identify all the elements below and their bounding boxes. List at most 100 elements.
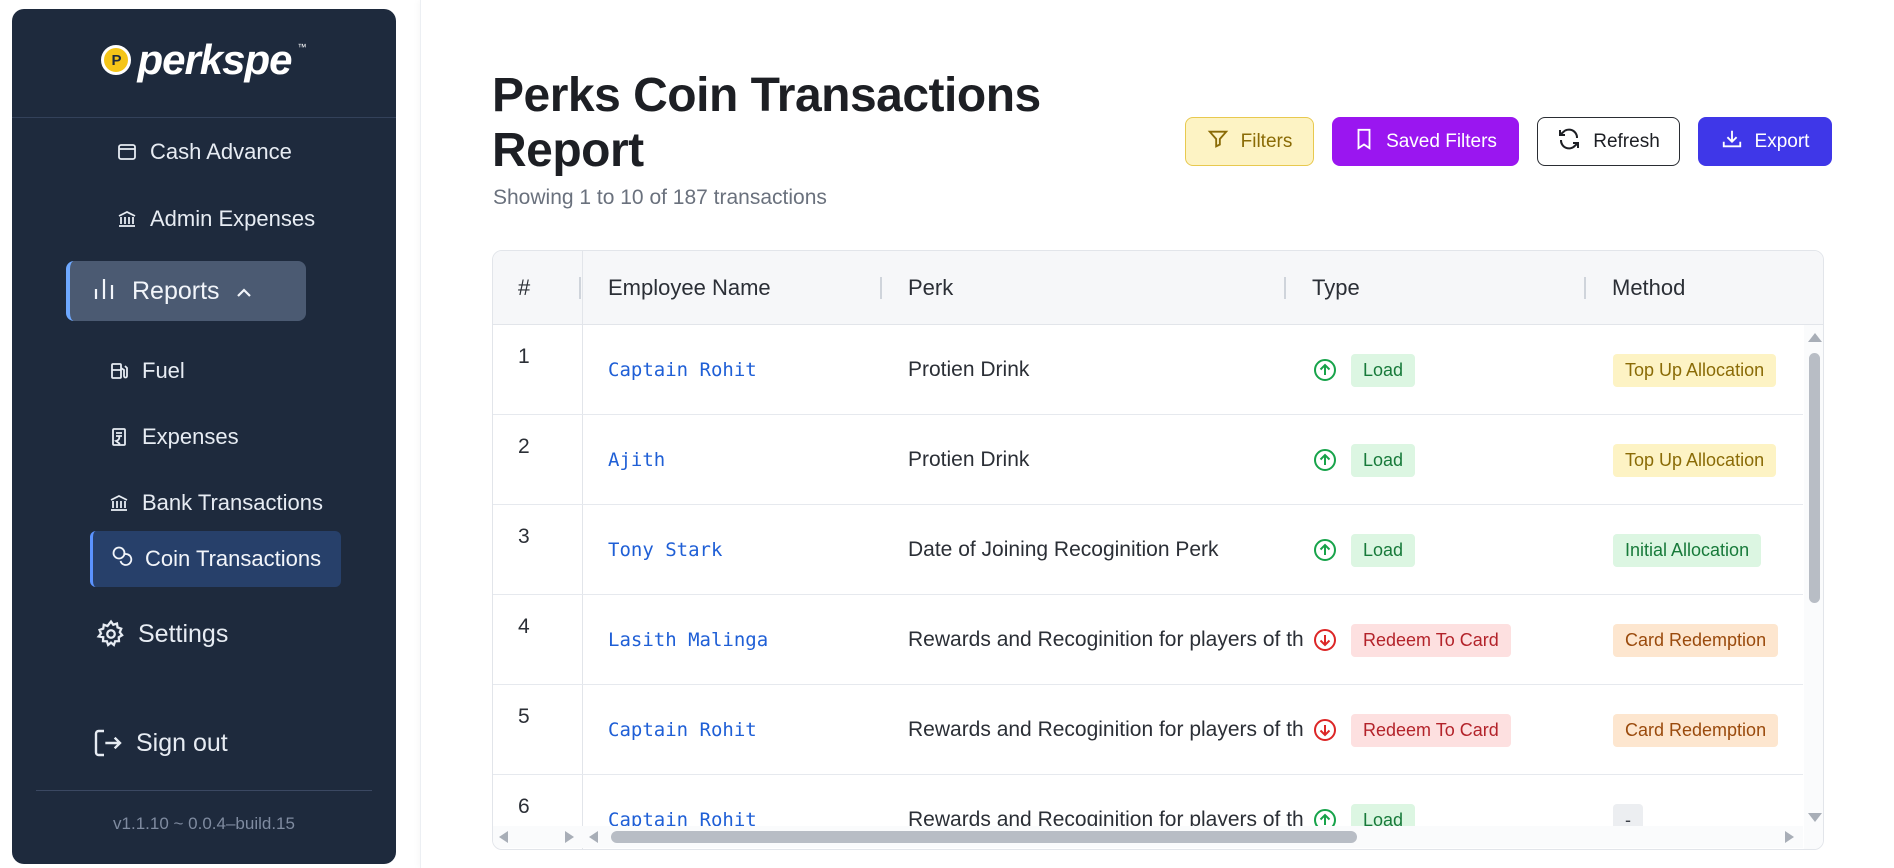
column-resizer[interactable] — [579, 277, 581, 299]
scroll-right-arrow[interactable] — [1785, 831, 1794, 843]
column-resizer[interactable] — [1284, 277, 1286, 299]
perk-name: Protien Drink — [908, 448, 1030, 471]
sign-out-button[interactable]: Sign out — [92, 727, 228, 759]
row-index: 6 — [518, 795, 530, 818]
method-badge: Top Up Allocation — [1613, 353, 1777, 387]
horizontal-scroll-thumb[interactable] — [611, 831, 1357, 843]
table-row[interactable]: 6 Captain Rohit Rewards and Recoginition… — [493, 775, 1803, 826]
saved-filters-button[interactable]: Saved Filters — [1332, 117, 1519, 166]
bank-icon — [108, 492, 130, 514]
table-header: # Employee Name Perk Type Method — [493, 251, 1823, 325]
column-header-method[interactable]: Method — [1612, 251, 1685, 325]
sidebar-item-cash-advance[interactable]: Cash Advance — [116, 139, 292, 165]
bookmark-icon — [1354, 128, 1374, 156]
table-row[interactable]: 5 Captain Rohit Rewards and Recoginition… — [493, 685, 1803, 775]
sidebar-item-admin-expenses[interactable]: Admin Expenses — [116, 206, 315, 232]
sidebar-item-bank-transactions[interactable]: Bank Transactions — [108, 490, 323, 516]
perk-name: Protien Drink — [908, 358, 1030, 381]
method-badge: - — [1613, 803, 1643, 826]
fuel-icon — [108, 360, 130, 382]
table-row[interactable]: 3 Tony Stark Date of Joining Recoginitio… — [493, 505, 1803, 595]
method-cell: Top Up Allocation — [1613, 325, 1777, 415]
type-cell: Load — [1313, 415, 1416, 505]
type-cell: Redeem To Card — [1313, 595, 1511, 685]
scroll-left-arrow[interactable] — [589, 831, 598, 843]
method-badge: Card Redemption — [1613, 623, 1779, 657]
column-resizer[interactable] — [880, 277, 882, 299]
brand-name: perkspe — [137, 36, 292, 83]
sidebar-item-label: Expenses — [142, 424, 239, 449]
receipt-icon — [108, 426, 130, 448]
refresh-button[interactable]: Refresh — [1537, 117, 1680, 166]
sidebar-item-label: Fuel — [142, 358, 185, 383]
type-cell: Load — [1313, 775, 1416, 826]
employee-name-link[interactable]: Tony Stark — [608, 505, 722, 595]
export-button[interactable]: Export — [1698, 117, 1832, 166]
employee-name-link[interactable]: Captain Rohit — [608, 685, 757, 775]
arrow-down-circle-icon — [1314, 629, 1336, 651]
type-badge: Load — [1351, 443, 1416, 477]
employee-name-link[interactable]: Captain Rohit — [608, 775, 757, 826]
column-resizer[interactable] — [1584, 277, 1586, 299]
sidebar-item-coin-transactions[interactable]: Coin Transactions — [90, 531, 341, 587]
employee-name-link[interactable]: Captain Rohit — [608, 325, 757, 415]
gear-icon — [96, 619, 126, 649]
scroll-down-arrow[interactable] — [1808, 813, 1822, 822]
method-cell: Card Redemption — [1613, 595, 1779, 685]
refresh-label: Refresh — [1593, 130, 1660, 152]
method-cell: Initial Allocation — [1613, 505, 1762, 595]
sidebar-item-label: Reports — [132, 276, 220, 305]
column-header-perk[interactable]: Perk — [908, 251, 953, 325]
coins-icon — [111, 545, 133, 573]
method-badge: Initial Allocation — [1613, 533, 1762, 567]
perk-name: Rewards and Recoginition for players of … — [908, 808, 1303, 826]
method-badge: Top Up Allocation — [1613, 443, 1777, 477]
app-root: P perkspe ™ Cash Advance Admin Expenses … — [0, 0, 1894, 868]
index-scroll-left-arrow[interactable] — [499, 831, 508, 843]
perkspe-logo[interactable]: P perkspe ™ — [101, 36, 307, 84]
bar-chart-icon — [92, 275, 116, 308]
saved-filters-label: Saved Filters — [1386, 130, 1497, 152]
perk-name: Rewards and Recoginition for players of … — [908, 718, 1303, 741]
vertical-scroll-thumb[interactable] — [1809, 353, 1820, 603]
arrow-up-circle-icon — [1314, 809, 1336, 826]
column-header-employee-name[interactable]: Employee Name — [608, 251, 771, 325]
sidebar-item-settings[interactable]: Settings — [96, 619, 228, 649]
row-index: 3 — [518, 525, 530, 548]
horizontal-scrollbar[interactable] — [493, 826, 1803, 848]
refresh-icon — [1557, 127, 1581, 157]
sidebar-item-expenses[interactable]: Expenses — [108, 424, 239, 450]
method-badge: Card Redemption — [1613, 713, 1779, 747]
column-header-type[interactable]: Type — [1312, 251, 1360, 325]
method-cell: - — [1613, 775, 1643, 826]
sidebar-item-label: Cash Advance — [150, 139, 292, 164]
scroll-up-arrow[interactable] — [1808, 333, 1822, 342]
type-badge: Load — [1351, 353, 1416, 387]
sidebar-item-label: Admin Expenses — [150, 206, 316, 231]
index-scroll-right-arrow[interactable] — [565, 831, 574, 843]
method-cell: Top Up Allocation — [1613, 415, 1777, 505]
type-badge: Load — [1351, 803, 1416, 826]
employee-name-link[interactable]: Ajith — [608, 415, 665, 505]
filters-button[interactable]: Filters — [1185, 117, 1314, 166]
sidebar-item-reports[interactable]: Reports — [66, 261, 306, 321]
table-row[interactable]: 4 Lasith Malinga Rewards and Recoginitio… — [493, 595, 1803, 685]
perk-name: Date of Joining Recoginition Perk — [908, 538, 1219, 561]
sidebar-divider — [36, 790, 372, 791]
type-badge: Load — [1351, 533, 1416, 567]
wallet-icon — [116, 141, 138, 163]
filter-icon — [1207, 128, 1229, 156]
sidebar-item-label: Bank Transactions — [142, 490, 323, 515]
method-cell: Card Redemption — [1613, 685, 1779, 775]
table-row[interactable]: 2 Ajith Protien Drink Load Top Up Alloca… — [493, 415, 1803, 505]
table-row[interactable]: 1 Captain Rohit Protien Drink Load Top U… — [493, 325, 1803, 415]
vertical-scrollbar[interactable] — [1804, 325, 1823, 849]
row-index: 2 — [518, 435, 530, 458]
arrow-up-circle-icon — [1314, 449, 1336, 471]
sidebar-item-label: Coin Transactions — [145, 546, 322, 571]
sidebar-item-fuel[interactable]: Fuel — [108, 358, 185, 384]
employee-name-link[interactable]: Lasith Malinga — [608, 595, 768, 685]
column-header-index[interactable]: # — [518, 251, 530, 325]
filters-label: Filters — [1240, 130, 1293, 152]
sidebar-item-label: Sign out — [136, 728, 228, 757]
